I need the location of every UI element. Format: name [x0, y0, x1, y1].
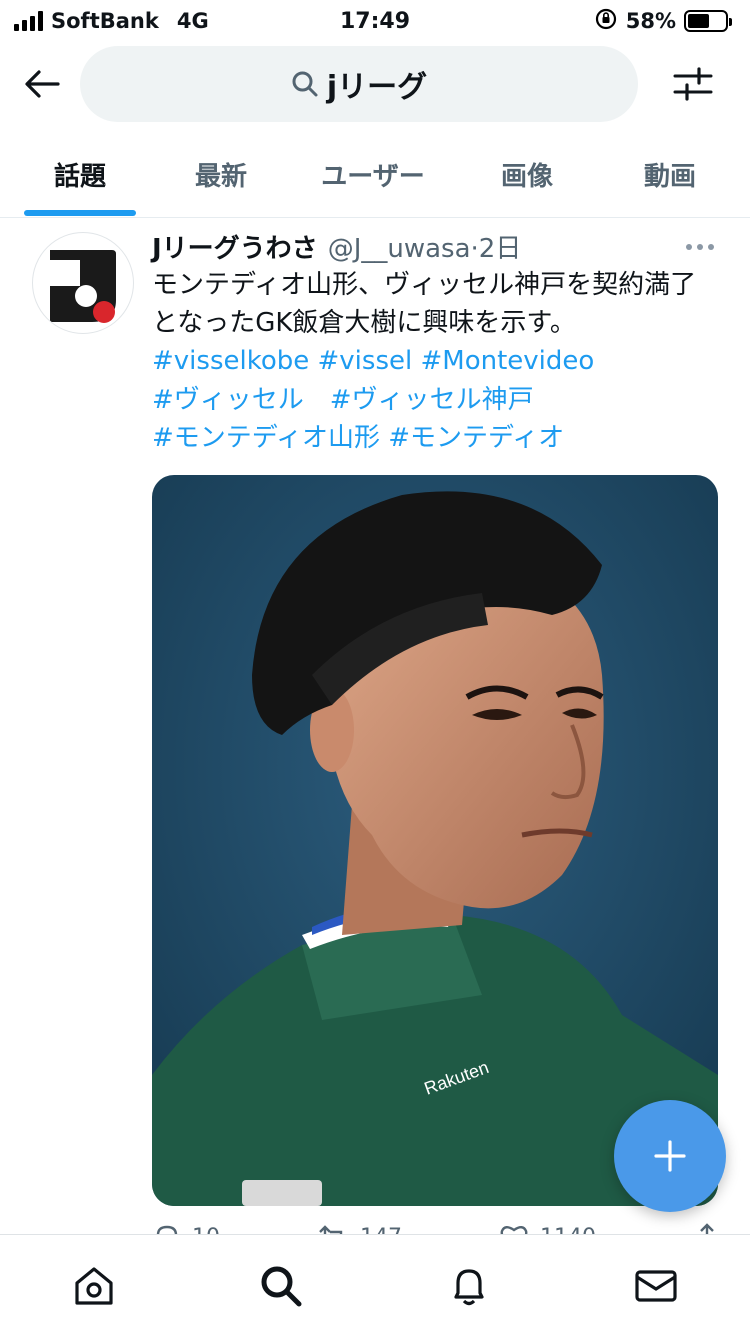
bottom-nav	[0, 1234, 750, 1334]
back-button[interactable]	[20, 62, 64, 106]
battery-percent: 58%	[625, 9, 676, 33]
tab-latest[interactable]: 最新	[160, 140, 282, 217]
network-type: 4G	[176, 9, 209, 33]
filter-button[interactable]	[668, 62, 718, 106]
search-header: jリーグ	[0, 44, 750, 122]
notifications-bell-icon	[454, 1269, 484, 1306]
status-bar: SoftBank 4G 17:49 58%	[0, 0, 750, 42]
tab-trending[interactable]: 話題	[0, 140, 160, 217]
handle-and-time: @J__uwasa·2日	[327, 234, 522, 264]
nav-notifications[interactable]	[429, 1261, 509, 1311]
more-options-icon[interactable]	[686, 244, 714, 250]
hashtags: #visselkobe #vissel #Montevideo #ヴィッセル #…	[152, 342, 722, 458]
hashtag-line[interactable]: #visselkobe #vissel #Montevideo	[152, 342, 722, 381]
tweet-meta: Jリーグうわさ @J__uwasa·2日	[152, 228, 722, 266]
tab-label: ユーザー	[321, 162, 425, 192]
tab-label: 動画	[643, 162, 696, 192]
compose-tweet-button[interactable]	[614, 1100, 726, 1212]
nav-messages[interactable]	[616, 1261, 696, 1311]
tab-label: 画像	[500, 162, 553, 192]
hashtag-line[interactable]: #モンテディオ山形 #モンテディオ	[152, 419, 722, 458]
tab-videos[interactable]: 動画	[590, 140, 750, 217]
status-right: 58%	[594, 7, 732, 36]
active-tab-indicator	[24, 210, 136, 216]
tab-label: 話題	[53, 162, 106, 192]
jleague-logo	[50, 250, 116, 323]
tweet-media-image[interactable]: Rakuten	[152, 475, 718, 1206]
tab-people[interactable]: ユーザー	[282, 140, 464, 217]
hashtag-line[interactable]: #ヴィッセル #ヴィッセル神戸	[152, 381, 722, 420]
messages-envelope-icon	[635, 1270, 677, 1302]
tab-label: 最新	[194, 162, 247, 192]
back-arrow-icon	[25, 70, 60, 98]
nav-search[interactable]	[241, 1261, 321, 1311]
battery-icon	[684, 10, 732, 32]
filter-sliders-icon	[673, 67, 713, 101]
display-name[interactable]: Jリーグうわさ	[152, 228, 318, 265]
orientation-lock-icon	[594, 7, 618, 36]
avatar[interactable]	[32, 232, 134, 334]
search-query: jリーグ	[326, 70, 428, 105]
status-left: SoftBank 4G	[14, 9, 209, 33]
plus-icon	[654, 1140, 686, 1172]
battery-fill	[688, 14, 709, 28]
home-icon	[75, 1267, 113, 1305]
search-tabs: 話題 最新 ユーザー 画像 動画	[0, 140, 750, 218]
search-icon	[292, 71, 318, 97]
search-input[interactable]: jリーグ	[80, 46, 638, 122]
tab-photos[interactable]: 画像	[464, 140, 590, 217]
carrier-name: SoftBank	[51, 9, 159, 33]
player-photo: Rakuten	[152, 475, 718, 1206]
search-icon	[261, 1266, 302, 1307]
nav-home[interactable]	[54, 1261, 134, 1311]
signal-icon	[14, 11, 43, 31]
tweet-body: Jリーグうわさ @J__uwasa·2日 モンテディオ山形、ヴィッセル神戸を契約…	[152, 228, 722, 458]
tweet-text: モンテディオ山形、ヴィッセル神戸を契約満了となったGK飯倉大樹に興味を示す。	[152, 270, 697, 338]
